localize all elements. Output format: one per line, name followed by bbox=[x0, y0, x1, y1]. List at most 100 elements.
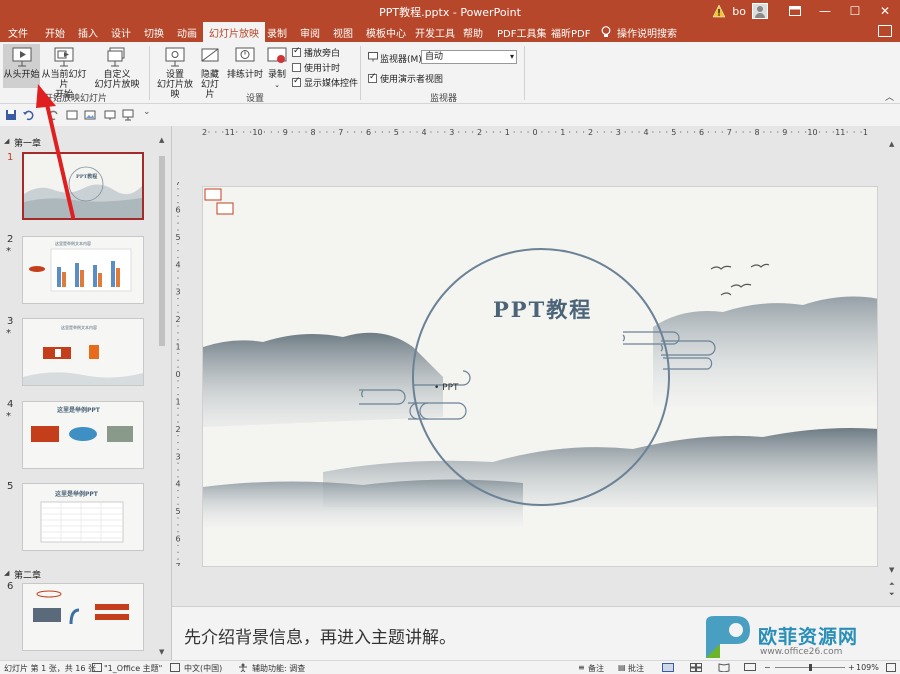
ruler-tick-label: 4 bbox=[421, 128, 426, 137]
tab-record[interactable]: 录制 bbox=[267, 25, 287, 40]
slides-scrollbar[interactable]: ▲ ▼ bbox=[158, 136, 166, 656]
accessibility-icon[interactable] bbox=[238, 663, 248, 672]
present-icon[interactable] bbox=[122, 109, 134, 121]
customize-toolbar-icon[interactable]: ⌄ bbox=[143, 107, 151, 117]
tab-help[interactable]: 帮助 bbox=[463, 25, 483, 40]
scroll-up-icon[interactable]: ▲ bbox=[159, 136, 164, 144]
normal-view-icon[interactable] bbox=[662, 663, 674, 672]
notes-text[interactable]: 先介绍背景信息，再进入主题讲解。 bbox=[184, 623, 456, 648]
zoom-slider-knob[interactable] bbox=[809, 664, 812, 671]
scroll-down-icon[interactable]: ▼ bbox=[889, 566, 894, 574]
restore-button[interactable]: ☐ bbox=[840, 0, 870, 22]
fit-to-window-icon[interactable] bbox=[886, 663, 896, 672]
previous-slide-icon[interactable]: ⏶ bbox=[889, 580, 895, 589]
user-name[interactable]: bo bbox=[732, 5, 746, 18]
zoom-level[interactable]: 109% bbox=[856, 663, 879, 672]
scroll-up-icon[interactable]: ▲ bbox=[889, 140, 894, 148]
warning-icon[interactable] bbox=[712, 4, 726, 18]
tab-template-center[interactable]: 模板中心 bbox=[366, 25, 406, 40]
tab-pdf-tools[interactable]: PDF工具集 bbox=[497, 25, 546, 40]
slide-thumbnail-5[interactable]: 这里是举例PPT bbox=[22, 483, 144, 551]
comments-icon[interactable] bbox=[878, 25, 892, 37]
presenter-view-check[interactable]: 使用演示者视图 bbox=[368, 72, 443, 85]
accessibility-status[interactable]: 辅助功能: 调查 bbox=[252, 663, 305, 674]
tab-file[interactable]: 文件 bbox=[8, 25, 28, 40]
tab-transitions[interactable]: 切换 bbox=[144, 25, 164, 40]
minimize-button[interactable]: — bbox=[810, 0, 840, 22]
theme-name: "1_Office 主题" bbox=[104, 664, 163, 673]
save-icon[interactable] bbox=[5, 109, 17, 121]
scrollbar-thumb[interactable] bbox=[159, 156, 165, 346]
hide-slide-button[interactable]: 隐藏 幻灯片 bbox=[197, 44, 223, 100]
tab-insert[interactable]: 插入 bbox=[78, 25, 98, 40]
checkbox-icon bbox=[292, 46, 301, 57]
spellcheck-icon[interactable] bbox=[92, 663, 102, 672]
ruler-tick-label: 4 bbox=[175, 260, 180, 269]
section-title[interactable]: 第二章 bbox=[14, 568, 41, 581]
slide-sorter-icon[interactable] bbox=[690, 663, 702, 672]
slide-thumbnail-3[interactable]: 这里是举例文本内容 bbox=[22, 318, 144, 386]
setup-slideshow-button[interactable]: 设置 幻灯片放映 bbox=[153, 44, 197, 100]
slide-thumbnail-1[interactable]: PPT教程 bbox=[22, 152, 144, 220]
ruler-tick-label: 3 bbox=[175, 288, 180, 297]
notes-toggle[interactable]: 备注 bbox=[588, 663, 604, 674]
play-narration-check[interactable]: 播放旁白 bbox=[292, 46, 340, 59]
slideshow-icon[interactable] bbox=[104, 109, 116, 121]
ruler-dot bbox=[693, 131, 696, 133]
tell-me-search[interactable]: 操作说明搜索 bbox=[617, 25, 677, 40]
tab-slideshow[interactable]: 幻灯片放映 bbox=[203, 22, 265, 42]
next-slide-icon[interactable]: ⏷ bbox=[889, 590, 895, 599]
slide-canvas[interactable]: PPT教程 • PPT bbox=[202, 186, 878, 567]
undo-icon[interactable] bbox=[22, 109, 34, 121]
zoom-out-icon[interactable]: − bbox=[764, 663, 771, 672]
avatar[interactable] bbox=[752, 3, 768, 19]
tab-home[interactable]: 开始 bbox=[45, 25, 65, 40]
slideshow-view-icon[interactable] bbox=[744, 663, 756, 672]
ruler-dot bbox=[444, 131, 446, 133]
slide-thumbnail-2[interactable]: 这里是举例文本内容 bbox=[22, 236, 144, 304]
record-button[interactable]: 录制 ⌄ bbox=[264, 44, 290, 89]
from-current-button[interactable]: 从当前幻灯片 开始 bbox=[40, 44, 88, 100]
slide-thumbnail-6[interactable] bbox=[22, 583, 144, 651]
tab-animations[interactable]: 动画 bbox=[177, 25, 197, 40]
tab-developer[interactable]: 开发工具 bbox=[415, 25, 455, 40]
rehearse-timings-button[interactable]: 排练计时 bbox=[227, 44, 263, 88]
redo-icon[interactable] bbox=[48, 109, 60, 121]
language[interactable]: 中文(中国) bbox=[184, 663, 222, 674]
notes-toggle-icon[interactable]: ≡ bbox=[578, 663, 585, 672]
scroll-down-icon[interactable]: ▼ bbox=[159, 648, 164, 656]
picture-icon[interactable] bbox=[84, 109, 96, 121]
zoom-slider[interactable] bbox=[775, 664, 845, 671]
language-icon[interactable] bbox=[170, 663, 180, 672]
new-slide-icon[interactable] bbox=[66, 109, 78, 121]
tab-review[interactable]: 审阅 bbox=[300, 25, 320, 40]
monitor-select[interactable]: 自动 ▾ bbox=[421, 50, 517, 64]
reading-view-icon[interactable] bbox=[718, 663, 730, 672]
transition-star: * bbox=[6, 328, 11, 339]
comments-toggle-icon[interactable]: ▤ bbox=[618, 663, 626, 672]
hide-slide-label-1: 隐藏 bbox=[200, 70, 219, 80]
vertical-ruler: 7 6 5 4 3 2 1 0 1 2 3 4 5 6 7 bbox=[175, 182, 180, 566]
section-title[interactable]: 第一章 bbox=[14, 136, 41, 149]
record-label: 录制 bbox=[267, 70, 286, 80]
zoom-in-icon[interactable]: + bbox=[848, 663, 855, 672]
slide-subtitle[interactable]: • PPT bbox=[434, 383, 459, 393]
collapse-section-icon[interactable]: ◢ bbox=[4, 569, 9, 577]
slide-title[interactable]: PPT教程 bbox=[493, 294, 592, 324]
ruler-dot bbox=[177, 441, 179, 444]
ribbon-display-button[interactable] bbox=[780, 0, 810, 22]
use-timings-check[interactable]: 使用计时 bbox=[292, 61, 340, 74]
show-media-check[interactable]: 显示媒体控件 bbox=[292, 76, 358, 89]
close-button[interactable]: ✕ bbox=[870, 0, 900, 22]
tab-design[interactable]: 设计 bbox=[111, 25, 131, 40]
tab-foxit-pdf[interactable]: 福昕PDF bbox=[551, 25, 590, 40]
comments-toggle[interactable]: 批注 bbox=[628, 663, 644, 674]
tab-view[interactable]: 视图 bbox=[333, 25, 353, 40]
slide-thumbnail-4[interactable]: 这里是举例PPT bbox=[22, 401, 144, 469]
ruler-dot bbox=[177, 387, 179, 389]
from-beginning-button[interactable]: 从头开始 bbox=[3, 44, 40, 88]
custom-slideshow-button[interactable]: 自定义 幻灯片放映 bbox=[92, 44, 142, 90]
collapse-ribbon-icon[interactable]: ︿ bbox=[885, 90, 894, 103]
vertical-scrollbar[interactable]: ▲ ▼ ⏶ ⏷ bbox=[886, 140, 900, 600]
collapse-section-icon[interactable]: ◢ bbox=[4, 137, 9, 145]
